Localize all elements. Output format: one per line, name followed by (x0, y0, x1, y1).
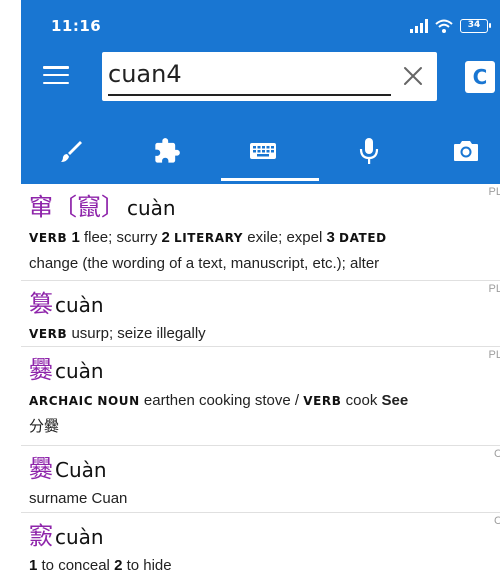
results-list: PL 窜 〔竄〕 cuàn VERB 1 flee; scurry 2 LITE… (21, 184, 500, 577)
entry-pinyin: cuàn (55, 293, 104, 317)
entry-corner-label: PL (488, 283, 500, 295)
sense-number: 3 (326, 229, 335, 246)
list-item[interactable]: C 窾 cuàn 1 to conceal 2 to hide (21, 513, 500, 577)
definition-text: to conceal (37, 557, 115, 574)
input-mode-tabs (21, 118, 500, 184)
entry-headword: 篡 cuàn (29, 284, 492, 319)
tab-radicals[interactable] (119, 118, 215, 184)
definition-text: to hide (122, 557, 172, 574)
sense-number: 2 (161, 229, 170, 246)
register-label: ARCHAIC (29, 394, 94, 408)
battery-level: 34 (467, 20, 481, 30)
entry-headword: 窜 〔竄〕 cuàn (29, 187, 492, 222)
entry-corner-label: PL (488, 349, 500, 361)
entry-corner-label: C (494, 515, 500, 527)
list-item[interactable]: C 爨 Cuàn surname Cuan (21, 446, 500, 513)
puzzle-icon (155, 138, 180, 163)
definition-text: earthen cooking stove / (139, 392, 304, 409)
status-time: 11:16 (51, 17, 102, 35)
entry-hanzi: 爨 (29, 455, 53, 483)
definition-text: usurp; seize illegally (67, 325, 206, 342)
entry-headword: 爨 Cuàn (29, 449, 492, 484)
entry-pinyin: Cuàn (55, 458, 107, 482)
tab-keyboard[interactable] (215, 118, 311, 184)
entry-definition: VERB usurp; seize illegally (29, 321, 492, 347)
menu-icon-bar (43, 66, 69, 69)
list-item[interactable]: PL 爨 cuàn ARCHAIC NOUN earthen cooking s… (21, 347, 500, 446)
entry-pinyin: cuàn (55, 525, 104, 549)
entry-pinyin: cuàn (127, 196, 176, 220)
part-of-speech: VERB (29, 231, 68, 245)
search-underline (108, 94, 391, 96)
tab-handwriting[interactable] (23, 118, 119, 184)
list-item[interactable]: PL 篡 cuàn VERB usurp; seize illegally (21, 281, 500, 347)
entry-headword: 窾 cuàn (29, 516, 492, 551)
part-of-speech: VERB (29, 327, 68, 341)
clear-icon[interactable] (401, 64, 425, 88)
part-of-speech: NOUN (97, 394, 140, 408)
keyboard-icon (250, 143, 276, 159)
brush-icon (61, 141, 82, 162)
definition-text: change (the wording of a text, manuscrip… (29, 255, 380, 272)
tab-camera[interactable] (418, 118, 500, 184)
signal-icon (410, 19, 428, 33)
register-label: DATED (339, 231, 387, 245)
entry-corner-label: PL (488, 186, 500, 198)
register-label: LITERARY (174, 231, 244, 245)
see-label: See (381, 392, 409, 409)
status-bar: 11:16 34 (21, 0, 500, 48)
entry-hanzi: 篡 (29, 290, 53, 318)
app-bar: 11:16 34 cuan4 C (21, 0, 500, 184)
definition-text: cook (341, 392, 382, 409)
microphone-icon (359, 138, 379, 164)
entry-hanzi: 窾 (29, 522, 53, 550)
definition-text: surname Cuan (29, 490, 128, 507)
menu-icon-bar (43, 81, 69, 84)
status-icons: 34 (410, 18, 491, 34)
sense-number: 1 (71, 229, 80, 246)
search-field[interactable]: cuan4 (102, 52, 437, 101)
entry-definition: ARCHAIC NOUN earthen cooking stove / VER… (29, 388, 492, 439)
entry-hanzi: 爨 (29, 356, 53, 384)
menu-icon-bar (43, 73, 69, 77)
menu-button[interactable] (43, 62, 69, 88)
c-button[interactable]: C (465, 61, 495, 93)
cross-reference-link[interactable]: 分爨 (29, 418, 59, 435)
entry-corner-label: C (494, 448, 500, 460)
definition-text: exile; expel (243, 229, 327, 246)
phone-screen: 11:16 34 cuan4 C PL 窜 〔竄〕 cuàn VERB 1 fl… (21, 0, 500, 577)
camera-icon (454, 141, 478, 161)
battery-icon: 34 (460, 19, 491, 33)
entry-definition: VERB 1 flee; scurry 2 LITERARY exile; ex… (29, 225, 492, 276)
entry-hanzi: 窜 (29, 193, 53, 221)
wifi-icon (435, 19, 453, 33)
definition-text: flee; scurry (79, 229, 162, 246)
entry-definition: 1 to conceal 2 to hide (29, 553, 492, 577)
selected-tab-indicator (221, 178, 319, 181)
tab-voice[interactable] (321, 118, 417, 184)
entry-headword: 爨 cuàn (29, 350, 492, 385)
search-input[interactable]: cuan4 (108, 60, 182, 88)
list-item[interactable]: PL 窜 〔竄〕 cuàn VERB 1 flee; scurry 2 LITE… (21, 184, 500, 281)
entry-definition: surname Cuan (29, 486, 492, 511)
entry-pinyin: cuàn (55, 359, 104, 383)
entry-traditional: 〔竄〕 (53, 193, 125, 221)
part-of-speech: VERB (303, 394, 342, 408)
